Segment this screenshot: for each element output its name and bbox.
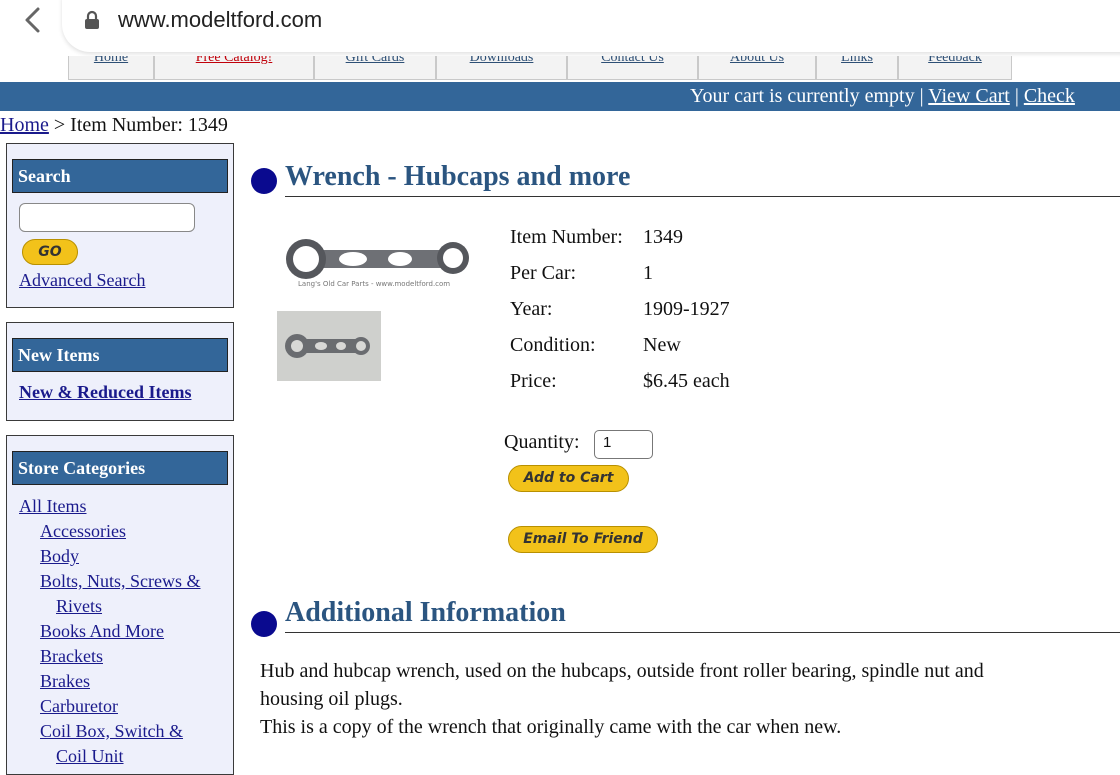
detail-value: 1 [643, 262, 653, 284]
nav-tab-gift-cards[interactable]: Gift Cards [314, 56, 436, 80]
add-to-cart-button[interactable]: Add to Cart [508, 465, 629, 492]
category-brakes[interactable]: Brakes [19, 669, 201, 694]
new-items-panel-title: New Items [12, 338, 228, 372]
category-brackets[interactable]: Brackets [19, 644, 201, 669]
top-nav-tabs: Home Free Catalog! Gift Cards Downloads … [68, 56, 1012, 80]
breadcrumb-current: > Item Number: 1349 [53, 114, 228, 136]
detail-value: 1909-1927 [643, 298, 730, 320]
breadcrumb-home-link[interactable]: Home [0, 114, 49, 136]
product-image[interactable]: Lang's Old Car Parts - www.modeltford.co… [278, 236, 474, 290]
detail-label: Price: [510, 370, 557, 392]
store-categories-title: Store Categories [12, 451, 228, 485]
category-list: All Items Accessories Body Bolts, Nuts, … [19, 494, 201, 769]
search-input[interactable] [19, 203, 195, 232]
product-thumbnail[interactable] [277, 311, 381, 381]
separator: | [1014, 85, 1019, 107]
new-items-panel: New Items New & Reduced Items [6, 322, 234, 421]
additional-info-title: Additional Information [285, 597, 566, 628]
store-categories-panel: Store Categories All Items Accessories B… [6, 435, 234, 775]
cart-status-text: Your cart is currently empty [690, 85, 915, 107]
search-panel-title: Search [12, 159, 228, 193]
category-coil-box-switch[interactable]: Coil Box, Switch & [19, 719, 201, 744]
description-line: This is a copy of the wrench that origin… [260, 716, 842, 738]
back-arrow-icon[interactable] [18, 6, 48, 36]
product-title: Wrench - Hubcaps and more [285, 161, 631, 192]
quantity-input[interactable]: 1 [594, 430, 653, 459]
nav-tab-home[interactable]: Home [68, 56, 154, 80]
nav-tab-about-us[interactable]: About Us [698, 56, 816, 80]
detail-label: Per Car: [510, 262, 577, 284]
nav-tab-free-catalog[interactable]: Free Catalog! [154, 56, 314, 80]
category-books-and-more[interactable]: Books And More [19, 619, 201, 644]
heading-divider [285, 196, 1120, 197]
category-body[interactable]: Body [19, 544, 201, 569]
nav-tab-links[interactable]: Links [816, 56, 898, 80]
nav-tab-feedback[interactable]: Feedback [898, 56, 1012, 80]
product-description: Hub and hubcap wrench, used on the hubca… [260, 657, 1110, 741]
view-cart-link[interactable]: View Cart [928, 85, 1010, 107]
description-line: Hub and hubcap wrench, used on the hubca… [260, 660, 984, 682]
checkout-link[interactable]: Check [1024, 85, 1075, 107]
cart-status-bar: Your cart is currently empty | View Cart… [0, 82, 1120, 111]
detail-value: 1349 [643, 226, 683, 248]
category-carburetor[interactable]: Carburetor [19, 694, 201, 719]
new-reduced-items-link[interactable]: New & Reduced Items [19, 382, 191, 403]
nav-tab-contact-us[interactable]: Contact Us [567, 56, 698, 80]
nav-tab-downloads[interactable]: Downloads [436, 56, 567, 80]
category-bolts-nuts-screws[interactable]: Bolts, Nuts, Screws & [19, 569, 201, 594]
breadcrumb: Home > Item Number: 1349 [0, 112, 228, 138]
heading-divider [285, 632, 1120, 633]
description-line: housing oil plugs. [260, 688, 403, 710]
detail-value: New [643, 334, 681, 356]
category-all-items[interactable]: All Items [19, 494, 201, 519]
go-button[interactable]: GO [22, 239, 78, 265]
detail-label: Item Number: [510, 226, 623, 248]
detail-label: Condition: [510, 334, 596, 356]
image-caption: Lang's Old Car Parts - www.modeltford.co… [298, 280, 450, 288]
search-panel: Search GO Advanced Search [6, 143, 234, 308]
category-coil-box-switch-cont[interactable]: Coil Unit [19, 744, 201, 769]
detail-value: $6.45 each [643, 370, 730, 392]
quantity-label: Quantity: [504, 431, 580, 453]
detail-label: Year: [510, 298, 553, 320]
url-text[interactable]: www.modeltford.com [118, 6, 322, 34]
advanced-search-link[interactable]: Advanced Search [19, 270, 145, 291]
bullet-icon [251, 611, 277, 637]
lock-icon [84, 10, 100, 30]
email-to-friend-button[interactable]: Email To Friend [508, 526, 658, 553]
separator: | [919, 85, 924, 107]
browser-chrome: www.modeltford.com [0, 0, 1120, 56]
category-accessories[interactable]: Accessories [19, 519, 201, 544]
category-bolts-nuts-screws-cont[interactable]: Rivets [19, 594, 201, 619]
bullet-icon [251, 168, 277, 194]
